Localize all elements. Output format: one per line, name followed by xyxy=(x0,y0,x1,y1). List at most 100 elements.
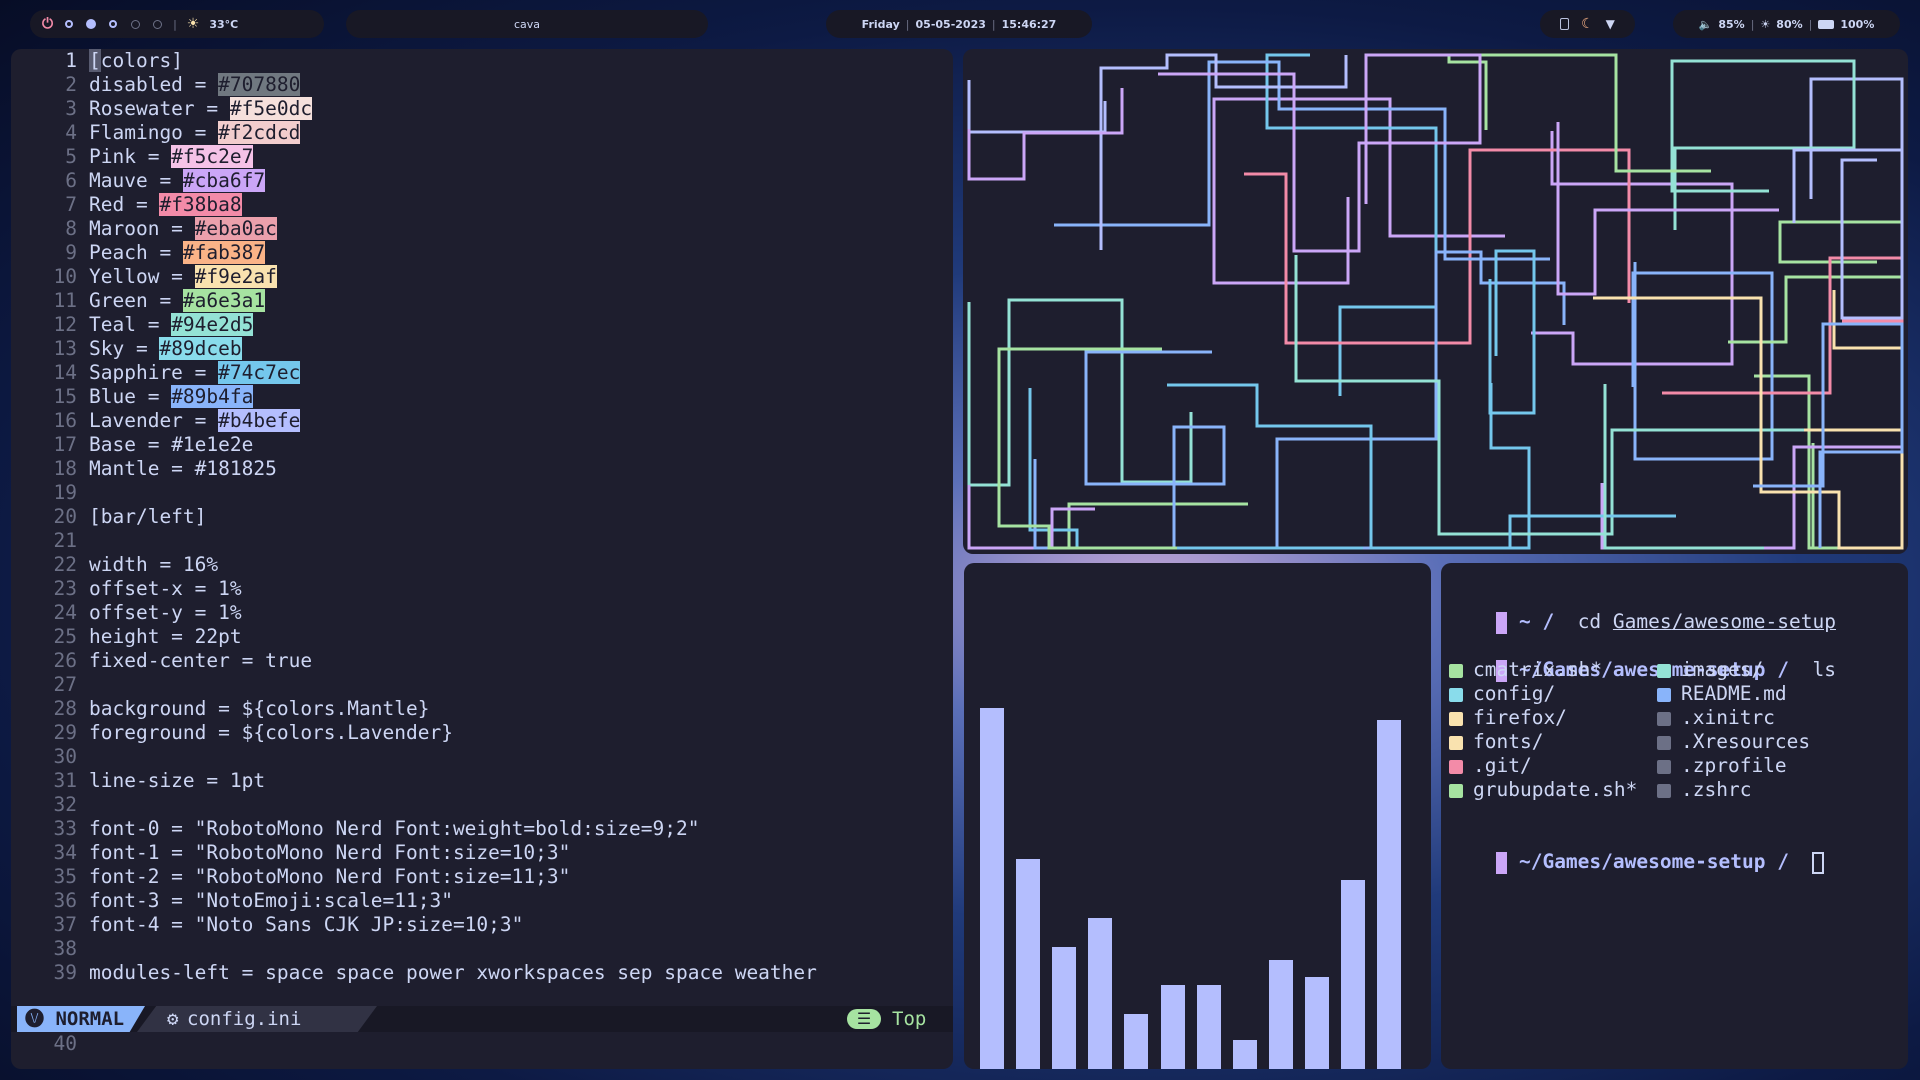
pipes-screensaver xyxy=(963,49,1908,554)
cava-bar xyxy=(1161,985,1185,1069)
night-light-icon[interactable]: ☾ xyxy=(1581,16,1594,32)
editor-line[interactable]: 15 Blue = #89b4fa xyxy=(11,385,953,409)
config-key: Red = xyxy=(89,193,160,216)
workspace-1[interactable] xyxy=(63,18,75,30)
editor-line[interactable]: 27 xyxy=(11,673,953,697)
color-swatch: #89b4fa xyxy=(171,385,254,408)
config-key: Lavender = xyxy=(89,409,219,432)
editor-line[interactable]: 36 font-3 = "NotoEmoji:scale=11;3" xyxy=(11,889,953,913)
editor-line[interactable]: 5 Pink = #f5c2e7 xyxy=(11,145,953,169)
editor-line[interactable]: 31 line-size = 1pt xyxy=(11,769,953,793)
line-number: 10 xyxy=(53,265,77,288)
sun-icon: ☀ xyxy=(186,16,200,32)
power-icon[interactable]: ⏻ xyxy=(42,16,53,32)
neovim-editor[interactable]: 1 [colors] 2 disabled = #707880 3 Rosewater =… xyxy=(11,49,953,1069)
editor-line[interactable]: 16 Lavender = #b4befe xyxy=(11,409,953,433)
wifi-icon[interactable]: ▼ xyxy=(1606,17,1615,31)
editor-line[interactable]: 32 xyxy=(11,793,953,817)
editor-line[interactable]: 20 [bar/left] xyxy=(11,505,953,529)
editor-line[interactable]: 34 font-1 = "RobotoMono Nerd Font:size=10… xyxy=(11,841,953,865)
line-text: Red = #f38ba8 xyxy=(89,193,242,217)
editor-line[interactable]: 25 height = 22pt xyxy=(11,625,953,649)
cava-bar xyxy=(1233,1040,1257,1069)
config-value: #181825 xyxy=(194,457,277,480)
line-number: 27 xyxy=(53,673,77,696)
editor-line[interactable]: 29 foreground = ${colors.Lavender} xyxy=(11,721,953,745)
editor-line[interactable]: 9 Peach = #fab387 xyxy=(11,241,953,265)
file-icon xyxy=(1449,735,1463,750)
color-swatch: #f2cdcd xyxy=(218,121,301,144)
line-text: offset-y = 1% xyxy=(89,601,242,624)
line-text: Sapphire = #74c7ec xyxy=(89,361,301,385)
editor-line[interactable]: 23 offset-x = 1% xyxy=(11,577,953,601)
tray-app-icon[interactable] xyxy=(1560,18,1570,30)
editor-line[interactable]: 37 font-4 = "Noto Sans CJK JP:size=10;3" xyxy=(11,913,953,937)
workspace-5[interactable] xyxy=(151,18,163,30)
workspace-2-active[interactable] xyxy=(85,18,97,30)
color-swatch: #cba6f7 xyxy=(182,169,266,192)
day: Friday xyxy=(861,17,900,31)
config-key: Base = xyxy=(89,433,172,456)
file-icon xyxy=(1449,759,1463,774)
file-entry: .Xresources xyxy=(1657,730,1810,754)
editor-line[interactable]: 24 offset-y = 1% xyxy=(11,601,953,625)
file-name: config/ xyxy=(1473,682,1556,705)
editor-line[interactable]: 2 disabled = #707880 xyxy=(11,73,953,97)
color-swatch: #a6e3a1 xyxy=(182,289,266,312)
editor-line[interactable]: 18 Mantle = #181825 xyxy=(11,457,953,481)
editor-line[interactable]: 8 Maroon = #eba0ac xyxy=(11,217,953,241)
line-text: font-3 = "NotoEmoji:scale=11;3" xyxy=(89,889,453,912)
line-number: 30 xyxy=(53,745,77,768)
mode-indicator: 🅥 NORMAL xyxy=(17,1006,145,1032)
file-name: fonts/ xyxy=(1473,730,1544,753)
cava-visualizer xyxy=(964,563,1431,1069)
terminal[interactable]: ~ / cd Games/awesome-setup ~/Games/aweso… xyxy=(1441,563,1908,1069)
line-number: 23 xyxy=(53,577,77,600)
editor-line[interactable]: 39 modules-left = space space power xwork… xyxy=(11,961,953,985)
workspace-3[interactable] xyxy=(107,18,119,30)
line-text: font-4 = "Noto Sans CJK JP:size=10;3" xyxy=(89,913,524,936)
editor-line[interactable]: 13 Sky = #89dceb xyxy=(11,337,953,361)
pipe xyxy=(1265,53,1438,396)
cava-bar xyxy=(1052,947,1076,1069)
editor-line[interactable]: 21 xyxy=(11,529,953,553)
line-text: Maroon = #eba0ac xyxy=(89,217,277,241)
editor-line[interactable]: 11 Green = #a6e3a1 xyxy=(11,289,953,313)
editor-line[interactable]: 35 font-2 = "RobotoMono Nerd Font:size=11… xyxy=(11,865,953,889)
editor-line[interactable]: 1 [colors] xyxy=(11,49,953,73)
pipe xyxy=(1754,374,1902,550)
pipe xyxy=(997,347,1177,550)
document-icon: ☰ xyxy=(847,1009,881,1029)
editor-line[interactable]: 38 xyxy=(11,937,953,961)
line-number: 5 xyxy=(65,145,77,168)
pipe xyxy=(1488,249,1536,415)
editor-line[interactable]: 33 font-0 = "RobotoMono Nerd Font:weight=… xyxy=(11,817,953,841)
file-entry: .git/ xyxy=(1449,754,1532,778)
workspace-4[interactable] xyxy=(129,18,141,30)
window-title-bar: cava xyxy=(346,10,708,38)
editor-line[interactable]: 28 background = ${colors.Mantle} xyxy=(11,697,953,721)
editor-line[interactable]: 3 Rosewater = #f5e0dc xyxy=(11,97,953,121)
editor-line[interactable]: 10 Yellow = #f9e2af xyxy=(11,265,953,289)
editor-line[interactable]: 22 width = 16% xyxy=(11,553,953,577)
editor-line[interactable]: 6 Mauve = #cba6f7 xyxy=(11,169,953,193)
terminal-cursor[interactable] xyxy=(1812,851,1825,874)
file-name: firefox/ xyxy=(1473,706,1567,729)
date: 05-05-2023 xyxy=(915,17,986,31)
editor-line[interactable]: 14 Sapphire = #74c7ec xyxy=(11,361,953,385)
editor-line[interactable]: 19 xyxy=(11,481,953,505)
editor-line[interactable]: 17 Base = #1e1e2e xyxy=(11,433,953,457)
terminal-line-3[interactable]: ~/Games/awesome-setup / xyxy=(1449,826,1825,874)
brightness-icon: ☀ xyxy=(1760,17,1771,31)
editor-line[interactable]: 26 fixed-center = true xyxy=(11,649,953,673)
pipe xyxy=(1753,322,1904,548)
volume-icon[interactable]: 🔈 xyxy=(1699,18,1713,31)
editor-line[interactable]: 4 Flamingo = #f2cdcd xyxy=(11,121,953,145)
editor-line[interactable]: 30 xyxy=(11,745,953,769)
line-text: fixed-center = true xyxy=(89,649,313,672)
editor-line[interactable]: 12 Teal = #94e2d5 xyxy=(11,313,953,337)
color-swatch: #f5e0dc xyxy=(229,97,313,120)
editor-line[interactable]: 7 Red = #f38ba8 xyxy=(11,193,953,217)
line-text: [bar/left] xyxy=(89,505,207,528)
color-swatch: #f38ba8 xyxy=(159,193,242,216)
